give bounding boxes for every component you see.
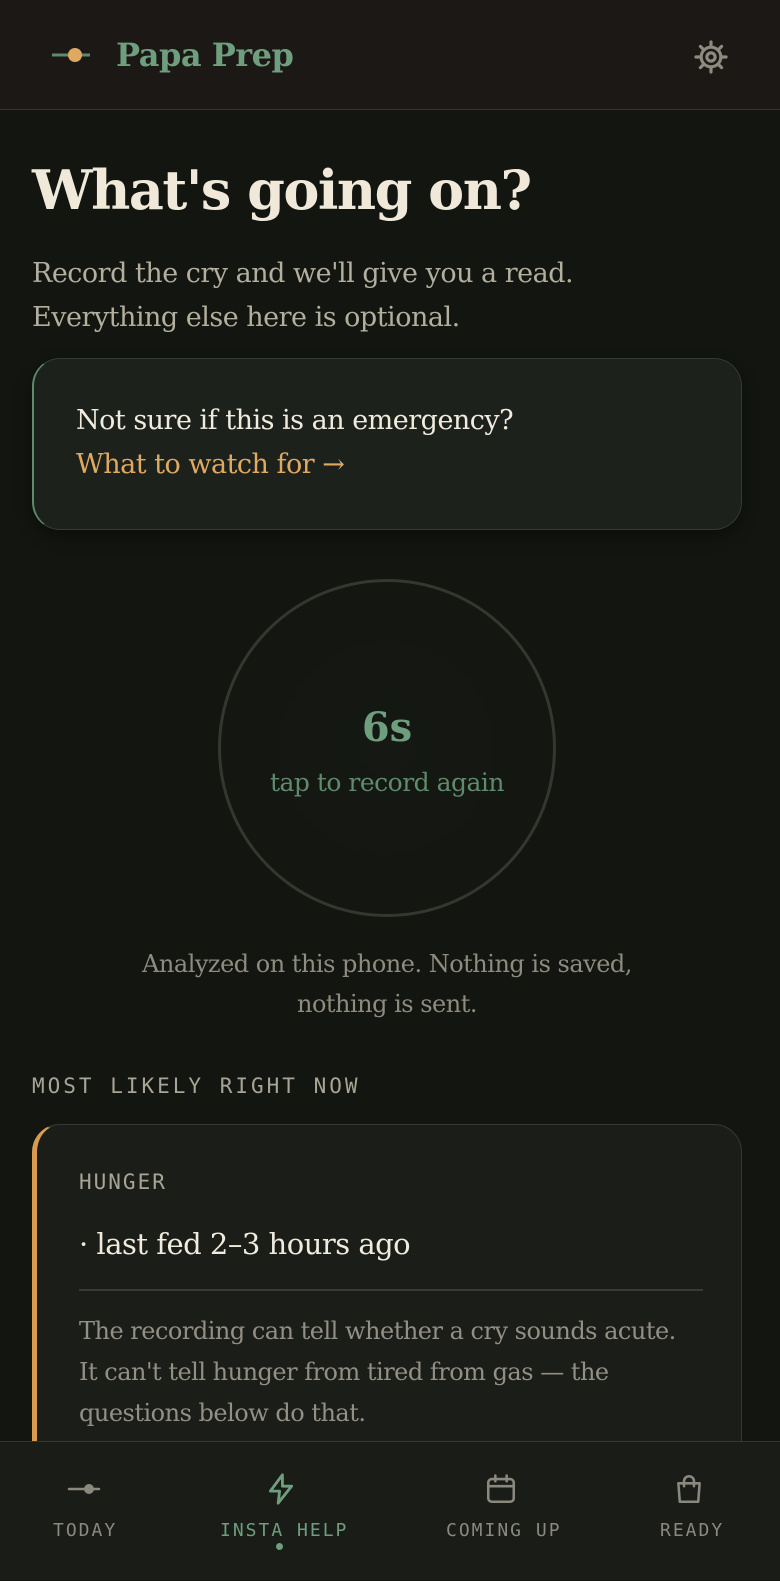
subtitle-line: Everything else here is optional.	[32, 302, 460, 333]
what-to-watch-link[interactable]: What to watch for →	[76, 449, 345, 480]
page-title: What's going on?	[32, 158, 532, 222]
app-header: Papa Prep	[0, 0, 780, 110]
timeline-dot-icon	[52, 48, 90, 62]
record-duration: 6s	[361, 704, 413, 751]
subtitle-line: Record the cry and we'll give you a read…	[32, 258, 574, 289]
body-line: It can't tell hunger from tired from gas…	[79, 1358, 609, 1386]
divider	[79, 1289, 703, 1291]
record-hint: tap to record again	[269, 768, 505, 797]
body-line: questions below do that.	[79, 1399, 366, 1427]
emergency-question: Not sure if this is an emergency?	[76, 405, 514, 436]
likely-cause-body: The recording can tell whether a cry sou…	[79, 1311, 709, 1434]
privacy-line: nothing is sent.	[296, 990, 478, 1018]
nav-label: INSTA HELP	[220, 1520, 349, 1541]
emergency-card[interactable]: Not sure if this is an emergency? What t…	[32, 358, 742, 530]
nav-item-coming-up[interactable]: COMING UP	[444, 1442, 560, 1581]
nav-label: READY	[660, 1520, 725, 1541]
bag-icon	[677, 1475, 701, 1504]
nav-label: COMING UP	[446, 1520, 562, 1541]
privacy-note: Analyzed on this phone. Nothing is saved…	[90, 944, 684, 1024]
body-line: The recording can tell whether a cry sou…	[79, 1317, 676, 1345]
nav-item-insta-help[interactable]: INSTA HELP	[218, 1442, 346, 1581]
bottom-nav: TODAY INSTA HELP COMING UP READY	[0, 1441, 780, 1580]
likely-cause-detail: · last fed 2–3 hours ago	[79, 1227, 411, 1261]
gear-icon[interactable]	[692, 38, 730, 76]
nav-item-ready[interactable]: READY	[658, 1442, 724, 1581]
section-label: MOST LIKELY RIGHT NOW	[32, 1074, 361, 1098]
privacy-line: Analyzed on this phone. Nothing is saved…	[142, 950, 632, 978]
timeline-dot-icon	[67, 1484, 101, 1494]
page-subtitle: Record the cry and we'll give you a read…	[32, 252, 732, 340]
calendar-icon	[486, 1474, 516, 1504]
nav-label: TODAY	[53, 1520, 118, 1541]
app-title: Papa Prep	[116, 36, 294, 74]
active-indicator-dot	[276, 1543, 283, 1550]
nav-item-today[interactable]: TODAY	[48, 1442, 120, 1581]
record-button[interactable]: 6s tap to record again	[218, 579, 556, 917]
likely-cause-tag: HUNGER	[79, 1170, 167, 1194]
lightning-icon	[268, 1473, 294, 1505]
